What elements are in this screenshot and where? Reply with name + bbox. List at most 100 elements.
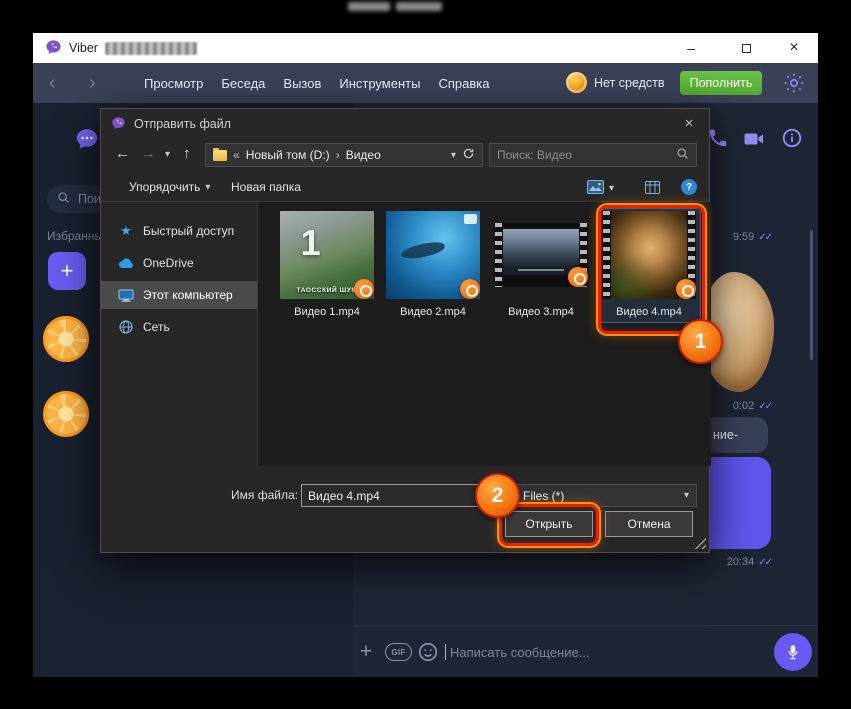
sidebar-item-this-pc[interactable]: Этот компьютер <box>101 281 257 309</box>
redacted-phone-number <box>105 42 197 55</box>
computer-icon <box>118 289 134 302</box>
video-thumbnail: 1 ТАОССКИЙ ШУМ <box>280 211 374 299</box>
folder-icon <box>213 147 227 161</box>
filetype-value: Files (*) <box>523 488 565 503</box>
redacted-screen-text <box>348 2 390 11</box>
search-icon <box>57 191 70 207</box>
annotation-step-2: 2 <box>475 473 520 518</box>
sidebar-item-quick-access[interactable]: ★ Быстрый доступ <box>101 217 257 245</box>
view-mode-icon[interactable] <box>587 180 604 199</box>
chat-avatar[interactable] <box>43 391 89 437</box>
sidebar-item-onedrive[interactable]: OneDrive <box>101 249 257 277</box>
text-caret <box>445 644 446 660</box>
read-receipt-icon: ✓✓ <box>758 231 773 243</box>
file-search-placeholder: Поиск: Видео <box>497 148 572 162</box>
orange-media-badge-icon <box>568 267 588 287</box>
sticker-smiley-icon[interactable] <box>417 641 439 663</box>
window-titlebar: Viber – × <box>33 33 818 63</box>
menu-item-view[interactable]: Просмотр <box>144 76 203 91</box>
topup-button[interactable]: Пополнить <box>680 71 762 95</box>
close-button[interactable]: × <box>771 33 817 63</box>
breadcrumb-current[interactable]: Видео <box>346 148 381 162</box>
menu-item-conversation[interactable]: Беседа <box>221 76 265 91</box>
cancel-button[interactable]: Отмена <box>605 511 693 537</box>
video-call-icon[interactable] <box>742 127 766 151</box>
nav-back-button[interactable]: ← <box>115 145 130 162</box>
organize-button[interactable]: Упорядочить ▾ <box>129 173 210 201</box>
chevron-down-icon: ▾ <box>683 490 689 501</box>
window-title: Viber <box>69 41 98 55</box>
view-mode-chevron-icon[interactable]: ▾ <box>609 183 614 194</box>
orange-media-badge-icon <box>354 279 374 299</box>
attach-plus-icon[interactable]: + <box>355 626 377 678</box>
maximize-button[interactable] <box>723 33 769 63</box>
read-receipt-icon: ✓✓ <box>758 400 773 412</box>
message-timestamp: 20:34 ✓✓ <box>726 556 773 568</box>
file-tile-video3[interactable]: Видео 3.mp4 <box>490 209 592 322</box>
message-text: ние- <box>713 428 738 442</box>
redacted-screen-text <box>396 2 442 11</box>
message-input[interactable]: Написать сообщение... <box>450 626 590 678</box>
minimize-button[interactable]: – <box>668 33 714 63</box>
resize-grip[interactable] <box>694 537 706 549</box>
breadcrumb-prefix: « <box>233 148 240 162</box>
breadcrumb-separator: › <box>335 148 340 162</box>
sidebar-item-network[interactable]: Сеть <box>101 313 257 341</box>
network-icon <box>118 320 134 334</box>
file-tile-video1[interactable]: 1 ТАОССКИЙ ШУМ Видео 1.mp4 <box>276 209 378 322</box>
chevron-down-icon: ▾ <box>205 181 211 193</box>
gif-icon[interactable]: GIF <box>385 643 412 661</box>
address-dropdown-chevron-icon[interactable]: ▾ <box>451 150 456 161</box>
filmstrip-image <box>503 229 579 275</box>
menu-bar: ‹ › Просмотр Беседа Вызов Инструменты Сп… <box>33 63 818 103</box>
orange-media-badge-icon <box>460 279 480 299</box>
details-pane-icon[interactable] <box>645 181 660 199</box>
nav-history-chevron-icon[interactable]: ▾ <box>165 149 170 160</box>
read-receipt-icon: ✓✓ <box>758 556 773 568</box>
chat-info-icon[interactable] <box>781 127 805 151</box>
history-forward-button[interactable]: › <box>89 63 96 103</box>
voice-call-icon[interactable] <box>707 127 731 151</box>
breadcrumb-root[interactable]: Новый том (D:) <box>246 148 330 162</box>
file-name-label: Видео 2.mp4 <box>400 306 466 318</box>
thumbnail-overlay-number: 1 <box>300 221 321 263</box>
new-folder-button[interactable]: Новая папка <box>231 173 301 201</box>
file-name-label: Видео 3.mp4 <box>508 306 574 318</box>
credit-coin-icon <box>566 72 587 93</box>
file-tile-video2[interactable]: Видео 2.mp4 <box>382 209 484 322</box>
menu-item-tools[interactable]: Инструменты <box>339 76 420 91</box>
watermark-chip <box>464 214 477 224</box>
nav-up-button[interactable]: ↑ <box>183 145 191 162</box>
file-search-input[interactable]: Поиск: Видео <box>489 143 697 167</box>
file-name-label: Видео 1.mp4 <box>294 306 360 318</box>
help-button[interactable]: ? <box>681 179 697 195</box>
balance-label: Нет средств <box>594 76 665 90</box>
annotation-step-1: 1 <box>678 319 723 364</box>
cloud-icon <box>118 257 134 269</box>
dialog-title: Отправить файл <box>134 116 231 131</box>
menu-items: Просмотр Беседа Вызов Инструменты Справк… <box>144 63 489 103</box>
nav-forward-button[interactable]: → <box>141 145 156 162</box>
message-composer: + GIF Написать сообщение... <box>353 625 818 677</box>
dialog-close-button[interactable]: × <box>674 109 704 138</box>
star-icon: ★ <box>120 223 132 238</box>
viber-logo-icon <box>45 39 62 56</box>
add-chat-button[interactable]: + <box>48 252 86 290</box>
history-back-button[interactable]: ‹ <box>49 63 56 103</box>
compose-chat-icon[interactable] <box>74 126 100 152</box>
settings-gear-icon[interactable] <box>782 71 806 95</box>
voice-message-button[interactable] <box>774 633 812 671</box>
refresh-icon[interactable] <box>462 147 475 163</box>
shark-shape <box>400 240 446 262</box>
address-bar[interactable]: « Новый том (D:) › Видео ▾ <box>205 143 483 167</box>
dialog-titlebar: Отправить файл × <box>101 109 709 138</box>
menu-item-help[interactable]: Справка <box>438 76 489 91</box>
search-icon <box>676 147 689 163</box>
video-thumbnail <box>386 211 480 299</box>
chat-avatar[interactable] <box>43 316 89 362</box>
chat-scrollbar[interactable] <box>810 230 813 360</box>
viber-logo-icon <box>111 116 126 131</box>
annotation-highlight-file <box>598 205 705 334</box>
video-thumbnail <box>494 223 588 287</box>
menu-item-call[interactable]: Вызов <box>283 76 321 91</box>
